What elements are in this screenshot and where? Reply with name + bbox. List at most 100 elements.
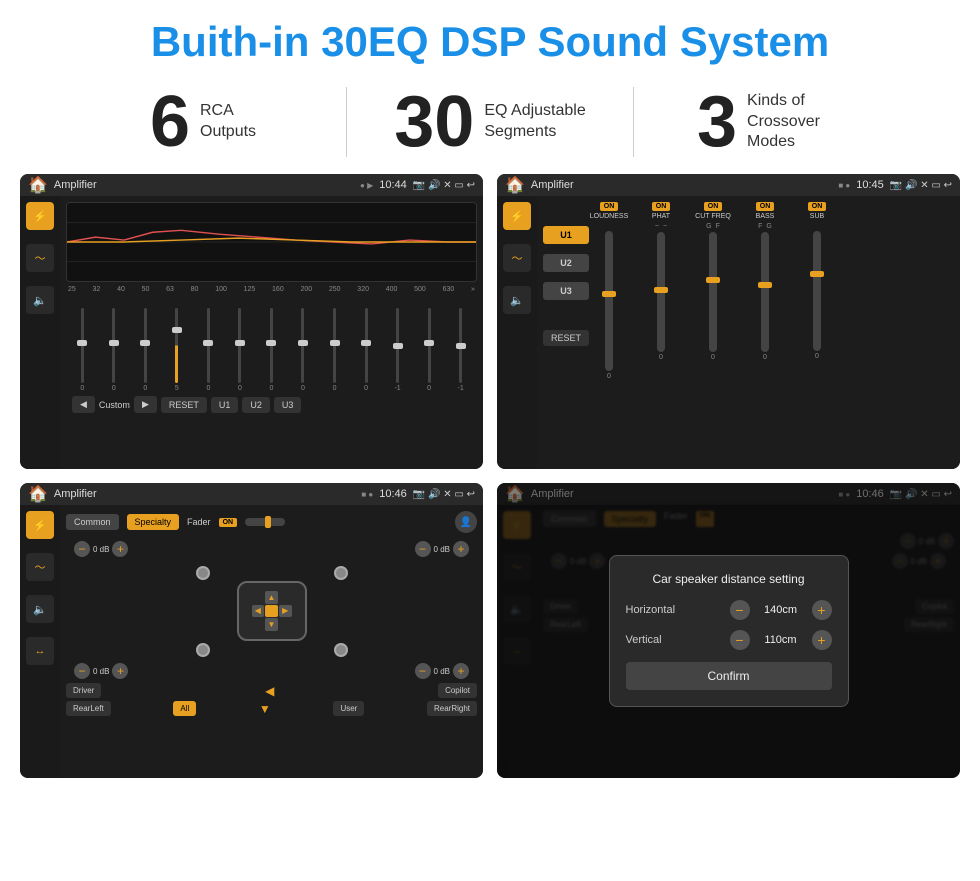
vol-bottom-row: − 0 dB + − 0 dB + xyxy=(66,663,477,679)
eq-graph xyxy=(66,202,477,282)
eq-reset-btn[interactable]: RESET xyxy=(161,397,207,413)
home-icon-1[interactable]: 🏠 xyxy=(28,175,48,195)
vol-plus-bl[interactable]: + xyxy=(112,663,128,679)
vol-val-tr: 0 dB xyxy=(434,545,450,554)
crossover-icon-speaker[interactable]: 🔈 xyxy=(503,286,531,314)
vertical-plus-btn[interactable]: + xyxy=(812,630,832,650)
home-icon-2[interactable]: 🏠 xyxy=(505,175,525,195)
stat-number-rca: 6 xyxy=(150,86,190,158)
fader-slider-h[interactable] xyxy=(245,518,285,526)
eq-slider-12[interactable]: 0 xyxy=(415,308,444,392)
screen-eq: 🏠 Amplifier ● ▶ 10:44 📷 🔊 ✕ ▭ ↩ ⚡ 〜 🔈 xyxy=(20,174,483,469)
eq-slider-9[interactable]: 0 xyxy=(320,308,349,392)
fader-nav-left[interactable]: ◀ xyxy=(265,684,274,698)
crossover-reset-btn[interactable]: RESET xyxy=(543,330,589,346)
fader-icon-wave[interactable]: 〜 xyxy=(26,553,54,581)
dialog-horizontal-stepper: − 140cm + xyxy=(730,600,832,620)
freq-32: 32 xyxy=(93,286,101,293)
freq-400: 400 xyxy=(386,286,398,293)
distance-dialog: Car speaker distance setting Horizontal … xyxy=(609,555,849,707)
confirm-button[interactable]: Confirm xyxy=(626,662,832,690)
eq-slider-6[interactable]: 0 xyxy=(226,308,255,392)
u1-btn[interactable]: U1 xyxy=(543,226,589,244)
freq-125: 125 xyxy=(244,286,256,293)
fader-specialty-btn[interactable]: Specialty xyxy=(127,514,180,530)
u3-btn[interactable]: U3 xyxy=(543,282,589,300)
home-icon-3[interactable]: 🏠 xyxy=(28,484,48,504)
eq-u1-btn[interactable]: U1 xyxy=(211,397,239,413)
fader-nav-down[interactable]: ▼ xyxy=(259,702,271,716)
eq-slider-13[interactable]: -1 xyxy=(446,308,475,392)
eq-slider-2[interactable]: 0 xyxy=(100,308,129,392)
speaker-bl xyxy=(196,643,210,657)
crossover-icon-wave[interactable]: 〜 xyxy=(503,244,531,272)
fader-user-btn[interactable]: User xyxy=(333,701,364,716)
u2-btn[interactable]: U2 xyxy=(543,254,589,272)
loudness-slider[interactable] xyxy=(605,231,613,371)
fader-copilot-btn[interactable]: Copilot xyxy=(438,683,477,698)
fader-rearleft-btn[interactable]: RearLeft xyxy=(66,701,111,716)
car-up-btn[interactable]: ▲ xyxy=(265,591,278,604)
speaker-tr xyxy=(334,566,348,580)
vertical-minus-btn[interactable]: − xyxy=(730,630,750,650)
status-icons-3: 📷 🔊 ✕ ▭ ↩ xyxy=(413,489,475,500)
fader-label: Fader xyxy=(187,517,211,527)
freq-63: 63 xyxy=(166,286,174,293)
screen-fader: 🏠 Amplifier ■ ● 10:46 📷 🔊 ✕ ▭ ↩ ⚡ 〜 🔈 ↔ … xyxy=(20,483,483,778)
crossover-main-area: U1 U2 U3 RESET ON LOUDNESS xyxy=(537,196,960,469)
eq-prev-btn[interactable]: ◀ xyxy=(72,396,95,413)
eq-slider-1[interactable]: 0 xyxy=(68,308,97,392)
phat-slider[interactable] xyxy=(657,232,665,352)
sub-slider[interactable] xyxy=(813,231,821,351)
vol-ctrl-tr: − 0 dB + xyxy=(415,541,469,557)
fader-all-btn[interactable]: All xyxy=(173,701,196,716)
bass-slider[interactable] xyxy=(761,232,769,352)
vol-minus-tl[interactable]: − xyxy=(74,541,90,557)
fader-driver-btn[interactable]: Driver xyxy=(66,683,101,698)
vol-plus-br[interactable]: + xyxy=(453,663,469,679)
eq-slider-3[interactable]: 0 xyxy=(131,308,160,392)
eq-slider-11[interactable]: -1 xyxy=(383,308,412,392)
vol-plus-tr[interactable]: + xyxy=(453,541,469,557)
eq-icon-wave[interactable]: 〜 xyxy=(26,244,54,272)
fader-common-btn[interactable]: Common xyxy=(66,514,119,530)
eq-slider-10[interactable]: 0 xyxy=(352,308,381,392)
vol-minus-bl[interactable]: − xyxy=(74,663,90,679)
fader-icon-eq[interactable]: ⚡ xyxy=(26,511,54,539)
stat-rca: 6 RCAOutputs xyxy=(60,86,346,158)
car-right-btn[interactable]: ▶ xyxy=(279,605,292,618)
ctrl-sub: ON SUB 0 xyxy=(795,202,839,360)
fader-rearright-btn[interactable]: RearRight xyxy=(427,701,477,716)
horizontal-plus-btn[interactable]: + xyxy=(812,600,832,620)
horizontal-minus-btn[interactable]: − xyxy=(730,600,750,620)
stat-label-eq: EQ AdjustableSegments xyxy=(484,101,585,143)
car-down-btn[interactable]: ▼ xyxy=(265,618,278,631)
vol-val-br: 0 dB xyxy=(434,667,450,676)
crossover-icon-eq[interactable]: ⚡ xyxy=(503,202,531,230)
eq-content: ⚡ 〜 🔈 xyxy=(20,196,483,469)
stat-label-rca: RCAOutputs xyxy=(200,101,256,143)
eq-u3-btn[interactable]: U3 xyxy=(274,397,302,413)
freq-arrow: » xyxy=(471,286,475,293)
eq-play-btn[interactable]: ▶ xyxy=(134,396,157,413)
eq-icon-eq[interactable]: ⚡ xyxy=(26,202,54,230)
vol-plus-tl[interactable]: + xyxy=(112,541,128,557)
eq-bottom-bar: ◀ Custom ▶ RESET U1 U2 U3 xyxy=(66,392,477,417)
fader-icon-arrows[interactable]: ↔ xyxy=(26,637,54,665)
car-left-btn[interactable]: ◀ xyxy=(252,605,265,618)
eq-slider-7[interactable]: 0 xyxy=(257,308,286,392)
status-time-3: 10:46 xyxy=(379,488,407,500)
fader-icon-speaker[interactable]: 🔈 xyxy=(26,595,54,623)
eq-slider-5[interactable]: 0 xyxy=(194,308,223,392)
status-icons-2: 📷 🔊 ✕ ▭ ↩ xyxy=(890,180,952,191)
eq-u2-btn[interactable]: U2 xyxy=(242,397,270,413)
horizontal-value: 140cm xyxy=(756,604,806,616)
vol-minus-tr[interactable]: − xyxy=(415,541,431,557)
cutfreq-slider[interactable] xyxy=(709,232,717,352)
dialog-title: Car speaker distance setting xyxy=(626,572,832,586)
eq-slider-4[interactable]: 5 xyxy=(163,308,192,392)
vol-minus-br[interactable]: − xyxy=(415,663,431,679)
eq-preset-label: Custom xyxy=(99,400,130,410)
eq-slider-8[interactable]: 0 xyxy=(289,308,318,392)
eq-icon-speaker[interactable]: 🔈 xyxy=(26,286,54,314)
